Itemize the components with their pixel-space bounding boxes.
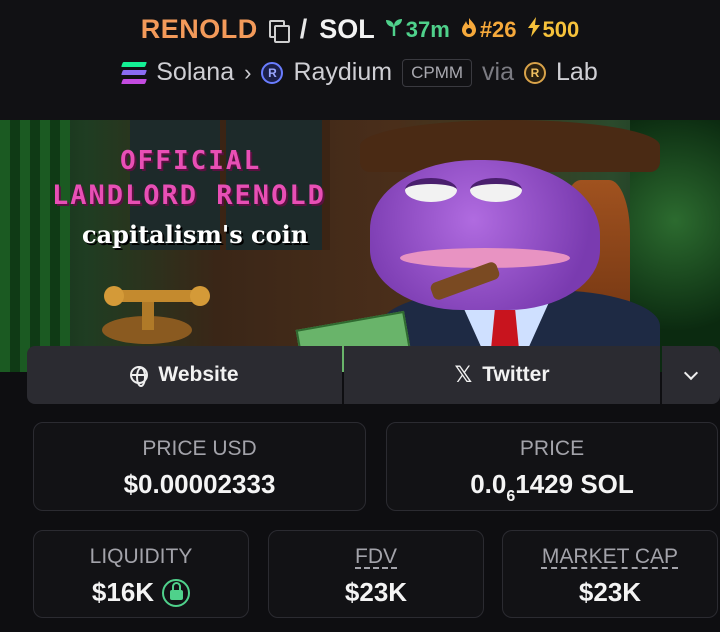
seedling-icon [385,17,403,43]
quote-symbol: SOL [319,14,375,44]
website-label: Website [158,363,239,386]
liquidity-value: $16K [91,577,155,607]
solana-icon [121,61,148,84]
fdv-card: FDV $23K [268,530,484,618]
price-usd-card: PRICE USD $0.00002333 [33,422,366,511]
price-native-digits: 1429 SOL [515,469,634,499]
pair-age: 37m [385,17,450,43]
chain-name[interactable]: Solana [156,58,234,87]
frog-eye-left [405,178,457,202]
price-native-zero-count: 6 [506,488,516,505]
telephone-illustration [102,286,210,344]
chevron-down-icon [683,365,699,380]
launchpad-name[interactable]: Lab [556,58,598,87]
twitter-button[interactable]: 𝕏 Twitter [344,346,660,404]
lock-icon[interactable] [162,578,191,607]
token-symbol: RENOLD [140,14,258,44]
chevron-right-icon: › [244,59,252,85]
fdv-label[interactable]: FDV [269,545,483,569]
banner-headline-1: OFFICIAL [120,146,262,176]
social-links: Website 𝕏 Twitter [27,346,720,404]
token-banner: OFFICIAL LANDLORD RENOLD capitalism's co… [0,120,720,372]
price-usd-value: $0.00002333 [123,469,276,499]
trending-rank-value: #26 [479,16,517,42]
chain-row: Solana › R Raydium CPMM via R Lab [0,58,720,87]
dex-name[interactable]: Raydium [293,58,392,87]
pair-separator: / [299,14,308,44]
liquidity-label: LIQUIDITY [89,545,193,568]
twitter-label: Twitter [482,363,550,386]
market-cap-value: $23K [578,577,642,607]
globe-icon [130,366,149,387]
banner-headline-2: LANDLORD RENOLD [52,180,326,211]
lab-icon: R [524,61,547,84]
price-native-label: PRICE [519,437,585,460]
fdv-value: $23K [344,577,408,607]
copy-icon[interactable] [268,19,290,43]
price-native-prefix: 0.0 [470,469,507,499]
banner-curtain-left [0,120,70,372]
trending-rank[interactable]: #26 [460,17,517,43]
pair-age-value: 37m [405,16,450,42]
liquidity-card: LIQUIDITY $16K [33,530,249,618]
flame-icon [460,17,478,43]
boost-count-value: 500 [542,16,580,42]
pair-title-row: RENOLD / SOL 37m #26 500 [0,14,720,45]
via-label: via [482,58,515,86]
lightning-icon [527,16,541,43]
market-cap-card: MARKET CAP $23K [502,530,718,618]
raydium-icon: R [261,61,284,84]
price-native-value: 0.0 6 1429 SOL [387,469,717,505]
x-logo-icon: 𝕏 [454,362,473,388]
price-native-card: PRICE 0.0 6 1429 SOL [386,422,718,511]
pool-type-badge: CPMM [402,58,473,87]
market-cap-label[interactable]: MARKET CAP [503,545,717,569]
banner-tagline: capitalism's coin [82,220,309,249]
price-usd-label: PRICE USD [142,437,257,460]
liquidity-value-row: $16K [34,577,248,608]
frog-eye-right [470,178,522,202]
website-button[interactable]: Website [27,346,342,404]
pair-header: RENOLD / SOL 37m #26 500 Solana › R Rayd… [0,0,720,120]
more-links-button[interactable] [662,346,720,404]
boost-count[interactable]: 500 [527,16,580,43]
